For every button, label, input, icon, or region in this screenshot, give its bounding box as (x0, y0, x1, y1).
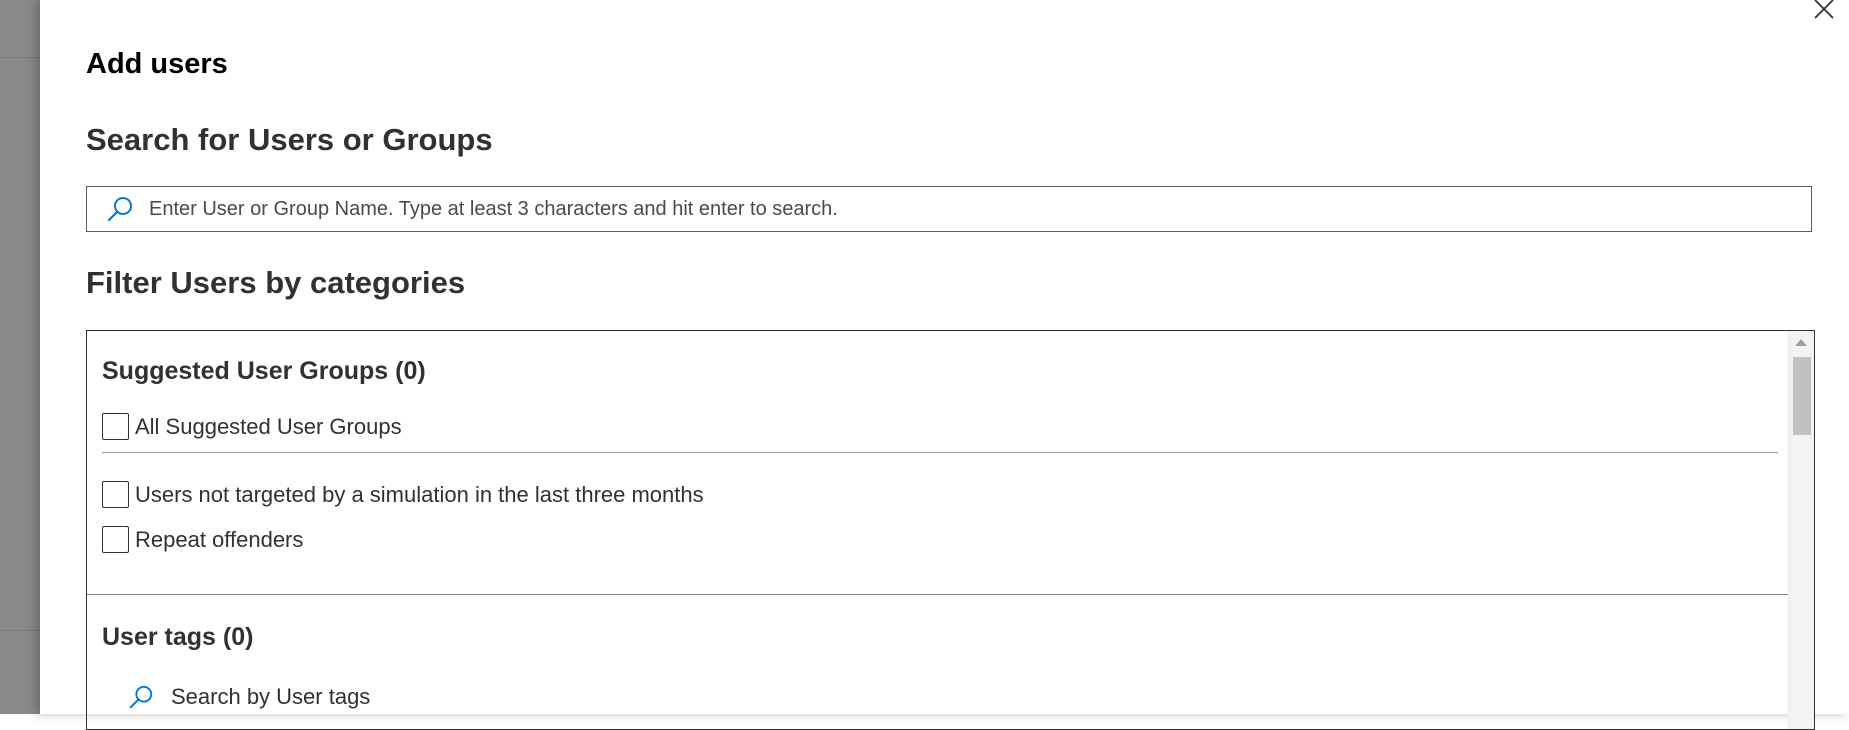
close-icon (1814, 0, 1834, 19)
category-divider (87, 594, 1790, 595)
not-targeted-users-checkbox[interactable] (102, 481, 129, 508)
filter-section-title: Filter Users by categories (86, 265, 466, 300)
search-icon (105, 194, 135, 224)
scroll-up-arrow-icon[interactable] (1795, 339, 1807, 346)
filter-scroll-content: Suggested User Groups (0) All Suggested … (87, 331, 1790, 729)
backdrop-divider (0, 57, 40, 58)
filter-scrollbar[interactable] (1788, 331, 1814, 729)
repeat-offenders-label: Repeat offenders (135, 526, 304, 552)
scrollbar-thumb[interactable] (1793, 357, 1811, 435)
repeat-offenders-checkbox[interactable] (102, 526, 129, 553)
suggested-groups-title: Suggested User Groups (0) (102, 357, 426, 385)
all-suggested-groups-checkbox[interactable] (102, 413, 129, 440)
suggested-divider (102, 452, 1778, 453)
all-suggested-groups-checkbox-row[interactable]: All Suggested User Groups (102, 413, 402, 440)
all-suggested-groups-label: All Suggested User Groups (135, 413, 402, 439)
search-section-title: Search for Users or Groups (86, 122, 493, 157)
filter-categories-box: Suggested User Groups (0) All Suggested … (86, 330, 1815, 730)
repeat-offenders-checkbox-row[interactable]: Repeat offenders (102, 526, 303, 553)
search-icon (127, 683, 155, 711)
add-users-panel: Add users Search for Users or Groups Fil… (40, 0, 1849, 730)
user-tags-title: User tags (0) (102, 623, 254, 651)
user-tags-search-box[interactable] (127, 683, 573, 711)
not-targeted-users-checkbox-row[interactable]: Users not targeted by a simulation in th… (102, 481, 704, 508)
user-group-search-box[interactable] (86, 186, 1812, 232)
user-tags-search-input[interactable] (169, 683, 573, 711)
not-targeted-users-label: Users not targeted by a simulation in th… (135, 481, 704, 507)
panel-title: Add users (86, 48, 228, 80)
backdrop-divider (0, 630, 40, 631)
close-button[interactable] (1811, 0, 1837, 22)
page-backdrop (0, 0, 40, 714)
user-group-search-input[interactable] (147, 188, 1811, 230)
